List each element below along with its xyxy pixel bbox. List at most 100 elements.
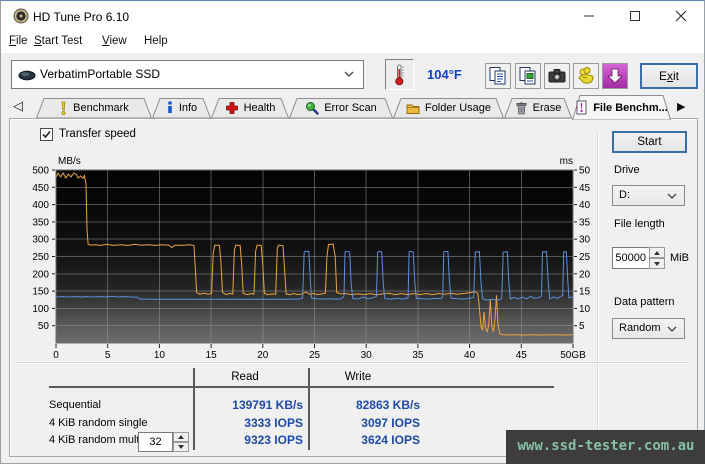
chevron-down-icon <box>344 71 354 77</box>
svg-text:40: 40 <box>464 350 476 361</box>
svg-text:250: 250 <box>32 252 49 263</box>
file-length-input[interactable]: 50000 <box>612 247 650 269</box>
svg-text:150: 150 <box>32 287 49 298</box>
svg-text:500: 500 <box>32 166 49 177</box>
row-label-random-single: 4 KiB random single <box>49 417 148 429</box>
close-button[interactable] <box>658 1 704 30</box>
tab-scroll-left[interactable]: ◁ <box>13 99 23 114</box>
download-button[interactable] <box>602 63 628 89</box>
tab-file-benchmark[interactable]: File Benchm... <box>572 95 671 120</box>
temperature-button[interactable] <box>385 59 414 90</box>
transfer-speed-chart: 5010015020025030035040045050051015202530… <box>32 156 591 361</box>
minimize-icon <box>584 15 594 16</box>
row-label-random-multi: 4 KiB random multi <box>49 434 142 446</box>
tab-benchmark[interactable]: Benchmark <box>36 98 152 118</box>
table-header-rule <box>49 386 554 388</box>
tab-scroll-right[interactable]: ▶ <box>677 100 685 113</box>
svg-text:ms: ms <box>560 156 573 167</box>
stepper-up[interactable] <box>173 432 189 442</box>
temperature-value: 104°F <box>427 67 462 82</box>
menu-help[interactable]: Help <box>144 35 168 47</box>
svg-text:100: 100 <box>32 304 49 315</box>
disk-icon <box>18 70 36 81</box>
multi-threads-stepper[interactable] <box>173 432 189 452</box>
svg-text:MB/s: MB/s <box>58 156 81 167</box>
folder-icon <box>406 104 420 114</box>
window-title: HD Tune Pro 6.10 <box>33 10 130 24</box>
copy-image-button[interactable] <box>515 63 541 89</box>
tab-health[interactable]: Health <box>211 98 289 118</box>
transfer-speed-label: Transfer speed <box>59 128 136 140</box>
svg-text:30: 30 <box>579 235 591 246</box>
screenshot-button[interactable] <box>544 63 570 89</box>
svg-text:300: 300 <box>32 235 49 246</box>
close-icon <box>675 10 687 21</box>
random-single-write-value: 3097 IOPS <box>361 416 420 430</box>
device-select[interactable]: VerbatimPortable SSD <box>11 60 364 89</box>
chevron-down-icon <box>667 326 677 332</box>
file-length-stepper[interactable] <box>649 247 665 269</box>
copy-text-button[interactable] <box>485 63 511 89</box>
svg-text:5: 5 <box>105 350 111 361</box>
chevron-down-icon <box>667 193 677 199</box>
svg-text:30: 30 <box>361 350 373 361</box>
svg-text:0: 0 <box>53 350 59 361</box>
hand-coins-icon <box>578 67 594 84</box>
copy-image-icon <box>519 67 536 85</box>
download-arrow-icon <box>607 68 623 84</box>
svg-text:45: 45 <box>516 350 528 361</box>
svg-text:45: 45 <box>579 183 591 194</box>
checkmark-icon <box>42 130 51 139</box>
down-arrow-icon <box>178 445 184 449</box>
svg-text:10: 10 <box>154 350 166 361</box>
menu-start-test[interactable]: Start Test <box>34 35 82 47</box>
device-select-value: VerbatimPortable SSD <box>40 67 161 81</box>
stepper-down[interactable] <box>173 442 189 452</box>
maximize-icon <box>630 10 640 21</box>
camera-icon <box>548 69 566 83</box>
tab-erase[interactable]: Erase <box>504 98 572 118</box>
svg-text:20: 20 <box>257 350 269 361</box>
divider-vertical <box>597 131 599 447</box>
svg-text:50: 50 <box>38 321 50 332</box>
menu-file[interactable]: File <box>9 35 28 47</box>
drive-label: Drive <box>614 164 640 176</box>
svg-text:50GB: 50GB <box>560 350 586 361</box>
donate-button[interactable] <box>573 63 599 89</box>
file-length-unit: MiB <box>670 252 689 264</box>
svg-text:35: 35 <box>579 217 591 228</box>
svg-text:400: 400 <box>32 200 49 211</box>
stepper-up[interactable] <box>649 247 665 258</box>
up-arrow-icon <box>654 250 660 255</box>
start-button[interactable]: Start <box>612 131 687 153</box>
drive-select[interactable]: D: <box>612 185 685 206</box>
app-icon <box>13 8 29 24</box>
maximize-button[interactable] <box>612 1 658 30</box>
svg-text:20: 20 <box>579 269 591 280</box>
info-icon <box>168 101 172 113</box>
random-multi-write-value: 3624 IOPS <box>361 433 420 447</box>
transfer-speed-checkbox[interactable] <box>40 128 53 141</box>
hdtune-window: HD Tune Pro 6.10 File Start Test View He… <box>0 0 705 464</box>
health-icon <box>225 102 238 114</box>
stepper-down[interactable] <box>649 258 665 269</box>
exit-button[interactable]: Exit <box>640 63 698 89</box>
svg-text:35: 35 <box>412 350 424 361</box>
svg-text:450: 450 <box>32 183 49 194</box>
erase-icon <box>516 102 527 115</box>
svg-text:40: 40 <box>579 200 591 211</box>
data-pattern-select[interactable]: Random <box>612 318 685 339</box>
minimize-button[interactable] <box>566 1 612 30</box>
thermometer-icon <box>395 64 404 86</box>
tab-error-scan[interactable]: Error Scan <box>289 98 393 118</box>
file-benchmark-icon <box>576 100 587 115</box>
svg-text:50: 50 <box>579 166 591 177</box>
tab-folder-usage[interactable]: Folder Usage <box>393 98 504 118</box>
svg-text:200: 200 <box>32 269 49 280</box>
multi-threads-input[interactable]: 32 <box>138 432 173 452</box>
error-scan-icon <box>306 102 319 115</box>
menu-view[interactable]: View <box>102 35 127 47</box>
up-arrow-icon <box>178 435 184 439</box>
tab-info[interactable]: Info <box>152 98 211 118</box>
watermark: www.ssd-tester.com.au <box>506 430 705 464</box>
